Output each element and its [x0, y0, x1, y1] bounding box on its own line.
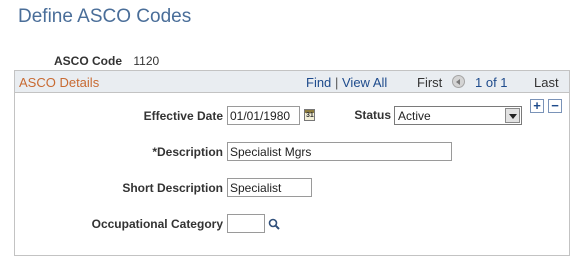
calendar-icon-text: 31	[306, 112, 314, 119]
short-description-input[interactable]	[227, 178, 312, 197]
view-all-link[interactable]: View All	[342, 75, 387, 90]
grid-title: ASCO Details	[19, 75, 100, 90]
calendar-icon[interactable]: 31	[304, 109, 315, 121]
add-row-button[interactable]: +	[530, 99, 544, 113]
page-title: Define ASCO Codes	[18, 6, 192, 27]
effective-date-input[interactable]	[227, 106, 300, 125]
asco-code-label: ASCO Code	[54, 54, 123, 68]
nav-separator: |	[335, 75, 339, 90]
magnifier-icon[interactable]	[268, 218, 280, 230]
first-label: First	[417, 75, 443, 90]
occupational-category-label: Occupational Category	[91, 217, 223, 231]
grid-header: ASCO Details Find | View All First 1 of …	[15, 71, 569, 93]
delete-row-button[interactable]: −	[548, 99, 562, 113]
asco-details-grid: ASCO Details Find | View All First 1 of …	[14, 70, 570, 256]
find-link[interactable]: Find	[306, 75, 331, 90]
status-select[interactable]: Active	[394, 106, 522, 125]
description-input[interactable]	[227, 142, 452, 161]
effective-date-label: Effective Date	[143, 109, 223, 123]
short-description-label: Short Description	[122, 181, 223, 195]
chevron-down-icon[interactable]	[505, 108, 520, 123]
status-label: Status	[354, 108, 391, 122]
previous-arrow-icon[interactable]	[452, 75, 465, 88]
occupational-category-input[interactable]	[227, 214, 265, 233]
description-label: *Description	[152, 145, 223, 159]
pager-text: 1 of 1	[475, 75, 508, 90]
status-selected-value: Active	[398, 109, 431, 123]
asco-code-key: ASCO Code 1120	[54, 54, 159, 68]
asco-code-value: 1120	[133, 54, 160, 68]
last-label: Last	[534, 75, 559, 90]
